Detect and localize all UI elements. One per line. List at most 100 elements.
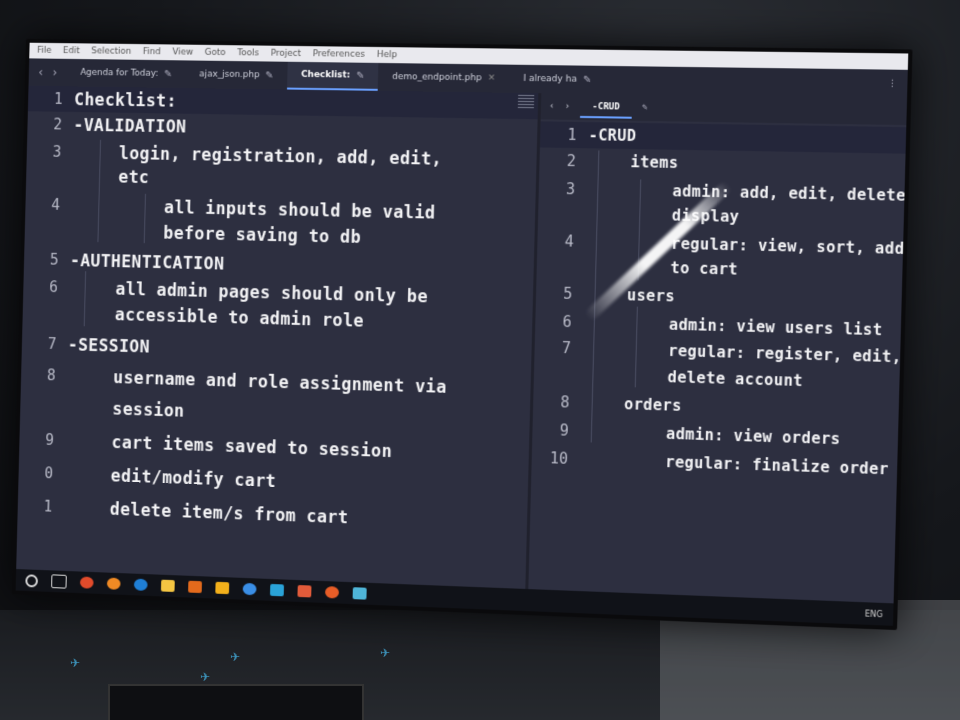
line-text: session <box>112 400 185 422</box>
code-line: 10 regular: finalize order <box>532 449 889 479</box>
code-line: delete account <box>534 364 803 390</box>
tab-nav: ‹ › <box>29 65 67 79</box>
menu-project[interactable]: Project <box>271 49 301 59</box>
code-line: 1 Checklist: <box>28 90 177 112</box>
laptop-screen <box>108 684 364 720</box>
editor-left-pane[interactable]: 1 Checklist: 2 -VALIDATION 3 login, registr… <box>16 86 541 589</box>
more-icon[interactable]: ⋮ <box>877 79 907 90</box>
line-text: delete item/s from cart <box>110 500 349 528</box>
app-icon[interactable] <box>188 581 202 593</box>
pencil-icon: ✎ <box>642 103 648 113</box>
menu-find[interactable]: Find <box>143 47 161 57</box>
line-number <box>537 256 586 275</box>
menu-view[interactable]: View <box>172 47 193 57</box>
notes-icon[interactable] <box>215 582 229 594</box>
line-text: admin: view orders <box>666 425 841 449</box>
tray-language[interactable]: ENG <box>865 609 894 619</box>
line-number: 1 <box>540 125 589 144</box>
line-text: -VALIDATION <box>73 116 186 138</box>
code-line: 0 edit/modify cart <box>18 463 276 491</box>
browser-icon[interactable] <box>243 583 257 595</box>
line-number: 9 <box>19 430 65 451</box>
tab-label: Agenda for Today: <box>80 68 158 79</box>
line-text: items <box>630 153 678 172</box>
code-line: 8 orders <box>533 392 682 415</box>
task-view-icon[interactable] <box>51 574 67 588</box>
tab-ajax-json[interactable]: ajax_json.php ✎ <box>185 60 287 89</box>
folder-icon[interactable] <box>161 580 175 592</box>
firefox-icon[interactable] <box>107 578 121 590</box>
pencil-icon: ✎ <box>356 70 365 81</box>
chrome-icon[interactable] <box>80 576 94 588</box>
line-number: 5 <box>24 250 70 271</box>
line-number: 3 <box>539 180 588 199</box>
code-line: accessible to admin role <box>22 303 364 332</box>
line-number: 1 <box>28 90 74 110</box>
edge-icon[interactable] <box>134 579 148 591</box>
line-text: Checklist: <box>74 90 177 111</box>
line-number: 2 <box>27 115 73 135</box>
chevron-left-icon[interactable]: ‹ <box>38 65 43 79</box>
tab-crud[interactable]: -CRUD <box>580 96 632 119</box>
line-number <box>538 204 587 223</box>
menu-edit[interactable]: Edit <box>63 46 80 56</box>
code-line: session <box>20 397 185 422</box>
paper-crane-icon: ✈ <box>70 656 80 670</box>
code-line: 1 delete item/s from cart <box>18 497 349 529</box>
line-number <box>26 166 72 186</box>
code-line: 9 cart items saved to session <box>19 430 392 462</box>
line-text: regular: view, sort, add <box>671 235 905 258</box>
tab-already[interactable]: I already ha ✎ <box>509 65 606 94</box>
code-line: 7 -SESSION <box>22 334 150 357</box>
line-text: before saving to db <box>163 224 361 248</box>
chevron-left-icon[interactable]: ‹ <box>549 101 555 111</box>
menu-preferences[interactable]: Preferences <box>313 49 365 60</box>
menu-goto[interactable]: Goto <box>205 48 226 58</box>
media-icon[interactable] <box>325 586 339 598</box>
line-text: etc <box>118 168 149 188</box>
line-number <box>20 397 66 418</box>
line-number <box>25 221 71 242</box>
editor-right-pane[interactable]: ‹ › -CRUD ✎ 1 -CRUD 2 items 3 admin: add, e… <box>528 93 907 603</box>
minimap-icon[interactable] <box>518 95 534 109</box>
code-line: 9 admin: view orders <box>532 421 840 449</box>
tab-label: Checklist: <box>301 70 350 81</box>
menu-tools[interactable]: Tools <box>237 48 259 58</box>
line-number: 2 <box>539 151 588 170</box>
line-text: all admin pages should only be <box>115 280 428 308</box>
paper-crane-icon: ✈ <box>230 650 240 664</box>
line-number: 4 <box>25 195 71 216</box>
code-line: 8 username and role assignment via <box>21 366 447 398</box>
code-line: before saving to db <box>25 221 362 248</box>
line-text: edit/modify cart <box>110 467 276 492</box>
search-icon[interactable] <box>25 574 38 587</box>
chevron-right-icon[interactable]: › <box>564 102 570 112</box>
menu-file[interactable]: File <box>37 46 52 56</box>
menu-selection[interactable]: Selection <box>91 46 131 56</box>
chevron-right-icon[interactable]: › <box>52 66 57 80</box>
line-text: username and role assignment via <box>113 368 447 398</box>
pencil-icon: ✎ <box>583 74 592 85</box>
tab-label: I already ha <box>523 74 577 85</box>
menu-help[interactable]: Help <box>377 50 398 60</box>
code-line: 5 -AUTHENTICATION <box>24 250 225 274</box>
code-line: 2 -VALIDATION <box>27 115 186 137</box>
tab-label: demo_endpoint.php <box>392 72 482 83</box>
monitor-screen: File Edit Selection Find View Goto Tools… <box>12 39 913 630</box>
tab-agenda[interactable]: Agenda for Today: ✎ <box>66 59 186 88</box>
line-text: all inputs should be valid <box>164 198 436 223</box>
code-line: 3 login, registration, add, edit, <box>27 143 443 170</box>
sublime-icon[interactable] <box>270 584 284 596</box>
code-line: 4 all inputs should be valid <box>25 195 436 223</box>
tab-checklist[interactable]: Checklist: ✎ <box>287 62 379 91</box>
line-number: 4 <box>537 232 586 251</box>
line-number: 9 <box>532 421 581 441</box>
line-text: -AUTHENTICATION <box>70 251 225 274</box>
code-line: 7 regular: register, edit, <box>534 338 901 366</box>
tab-demo-endpoint[interactable]: demo_endpoint.php ✕ <box>378 63 510 93</box>
pencil-icon: ✎ <box>265 70 273 81</box>
close-icon[interactable]: ✕ <box>488 73 496 83</box>
git-icon[interactable] <box>297 585 311 597</box>
tool-icon[interactable] <box>353 587 367 599</box>
line-number: 5 <box>536 284 585 303</box>
